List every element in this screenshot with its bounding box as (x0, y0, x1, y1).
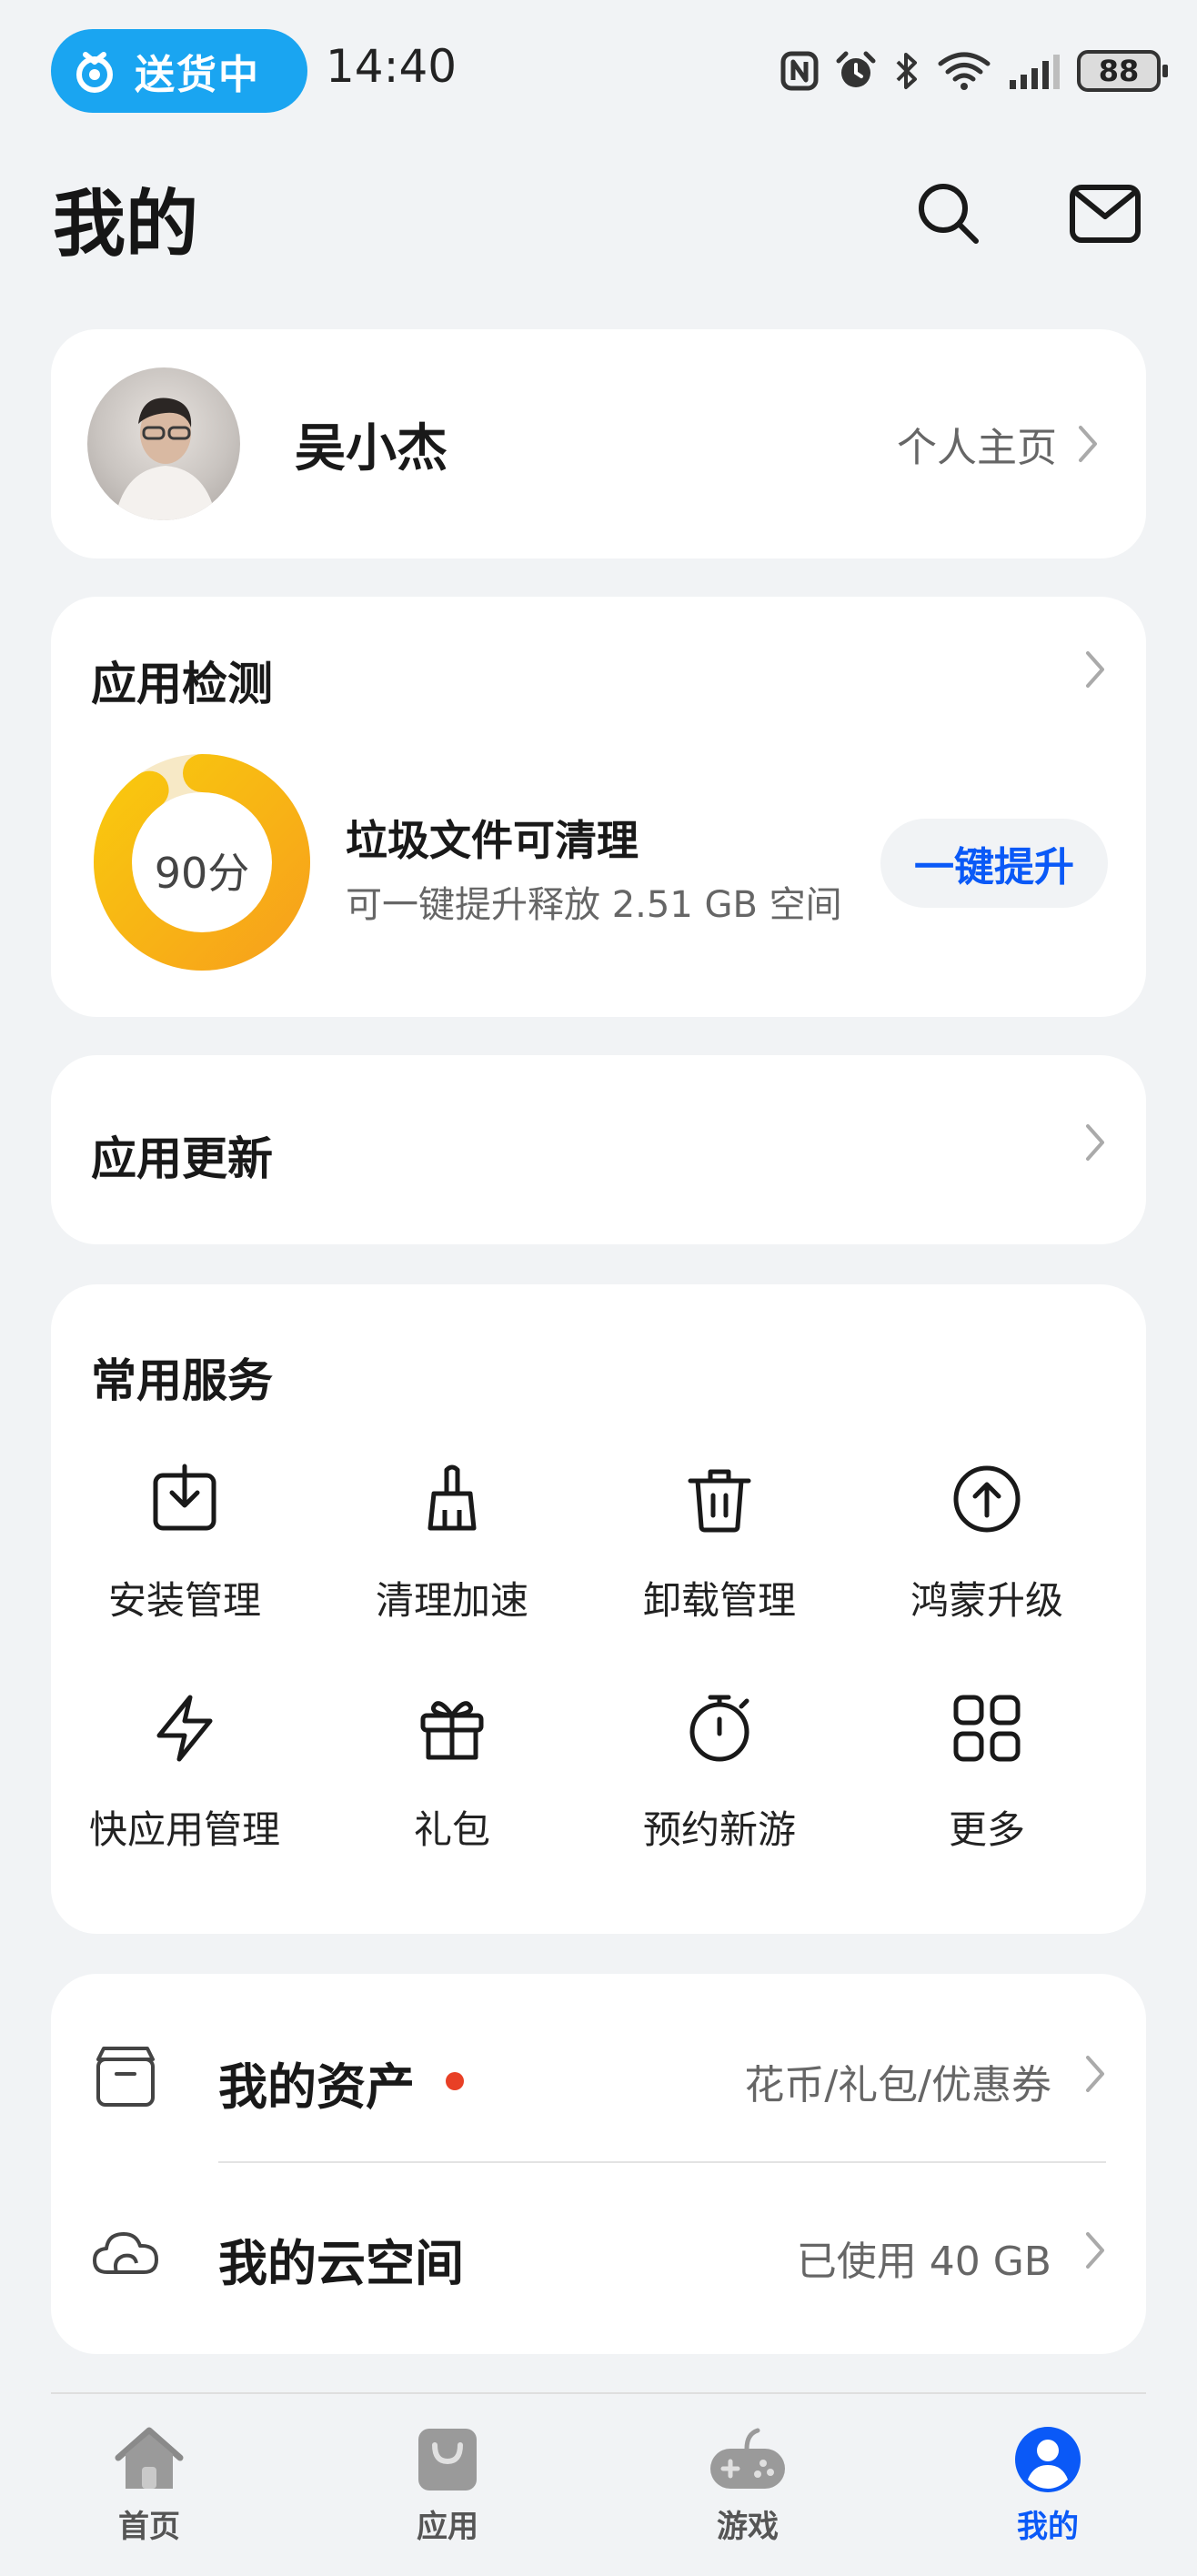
service-label: 清理加速 (375, 1578, 528, 1623)
upgrade-icon (953, 1465, 1021, 1533)
home-icon (115, 2427, 184, 2489)
messages-button[interactable] (1064, 173, 1146, 255)
person-icon (1015, 2427, 1081, 2492)
chevron-right-icon (1086, 2232, 1104, 2269)
chevron-right-icon (1086, 1124, 1104, 1161)
service-uninstall-management[interactable]: 卸载管理 (586, 1463, 853, 1625)
bluetooth-icon (896, 53, 917, 89)
my-cloud-space-row[interactable]: 我的云空间 已使用 40 GB (51, 2165, 1146, 2338)
battery-level: 88 (1098, 54, 1140, 88)
page-title: 我的 (53, 182, 198, 267)
service-more[interactable]: 更多 (853, 1692, 1121, 1855)
delivery-status-pill[interactable]: 送货中 (51, 29, 307, 113)
junk-files-title: 垃圾文件可清理 (346, 816, 639, 865)
service-quick-app-management[interactable]: 快应用管理 (51, 1692, 318, 1855)
tab-home[interactable]: 首页 (58, 2425, 240, 2546)
row-divider (218, 2161, 1106, 2163)
gamepad-icon (710, 2428, 785, 2489)
common-services-card: 常用服务 安装管理 清理加速 卸载管理 鸿蒙升级 快应用管理 礼包 预约新游 更… (51, 1284, 1146, 1934)
delivery-label: 送货中 (135, 52, 260, 98)
avatar[interactable] (87, 367, 240, 520)
alarm-icon (836, 51, 876, 87)
service-label: 更多 (948, 1807, 1025, 1852)
tab-me[interactable]: 我的 (957, 2425, 1139, 2546)
service-reserve-new-games[interactable]: 预约新游 (586, 1692, 853, 1855)
trash-icon (688, 1469, 751, 1533)
status-time: 14:40 (326, 40, 458, 93)
tab-bar-divider (51, 2392, 1146, 2394)
stopwatch-icon (689, 1695, 749, 1762)
box-icon (96, 2047, 155, 2107)
service-label: 快应用管理 (88, 1807, 280, 1852)
tab-label: 首页 (118, 2509, 180, 2545)
mail-icon (1070, 185, 1141, 243)
service-gift-pack[interactable]: 礼包 (318, 1692, 586, 1855)
my-assets-title: 我的资产 (218, 2058, 415, 2116)
battery-indicator: 88 (1077, 50, 1168, 92)
assets-card: 我的资产 花币/礼包/优惠券 我的云空间 已使用 40 GB (51, 1974, 1146, 2354)
nfc-icon (780, 51, 819, 91)
tab-label: 我的 (1017, 2509, 1079, 2545)
wifi-icon (938, 52, 991, 90)
cloud-icon (93, 2232, 158, 2274)
service-label: 安装管理 (107, 1578, 261, 1623)
search-icon (919, 184, 979, 244)
delivery-icon (76, 52, 113, 93)
install-icon (153, 1464, 216, 1531)
my-page: 送货中 14:40 88 我的 吴小杰 个人主页 应用检测 90分 垃圾文件可清… (0, 0, 1197, 2576)
grid-icon (953, 1695, 1021, 1762)
bag-icon (418, 2429, 477, 2490)
user-name: 吴小杰 (295, 419, 448, 478)
gift-icon (420, 1701, 484, 1760)
tab-apps[interactable]: 应用 (357, 2425, 538, 2546)
app-check-card[interactable]: 应用检测 90分 垃圾文件可清理 可一键提升释放 2.51 GB 空间 一键提升 (51, 597, 1146, 1017)
service-label: 预约新游 (642, 1807, 796, 1852)
tab-label: 游戏 (717, 2509, 779, 2545)
junk-files-subtitle: 可一键提升释放 2.51 GB 空间 (346, 884, 842, 926)
broom-icon (428, 1464, 477, 1531)
lightning-icon (156, 1695, 213, 1762)
status-icons: 88 (780, 44, 1168, 98)
search-button[interactable] (908, 173, 990, 255)
service-install-management[interactable]: 安装管理 (51, 1463, 318, 1625)
common-services-title: 常用服务 (91, 1354, 273, 1407)
my-cloud-space-title: 我的云空间 (218, 2235, 464, 2292)
one-tap-boost-button[interactable]: 一键提升 (880, 819, 1108, 908)
app-update-title: 应用更新 (91, 1132, 273, 1185)
score-label: 90分 (154, 849, 250, 898)
personal-homepage-label: 个人主页 (897, 425, 1057, 471)
status-bar: 送货中 14:40 88 (0, 0, 1197, 146)
avatar-person-icon (115, 397, 216, 520)
chevron-right-icon (1079, 426, 1097, 462)
app-update-card[interactable]: 应用更新 (51, 1055, 1146, 1244)
signal-icon (1010, 55, 1060, 89)
app-check-title: 应用检测 (91, 658, 273, 710)
service-label: 礼包 (413, 1807, 490, 1852)
my-assets-row[interactable]: 我的资产 花币/礼包/优惠券 (51, 1988, 1146, 2161)
profile-card[interactable]: 吴小杰 个人主页 (51, 329, 1146, 558)
chevron-right-icon (1086, 2056, 1104, 2092)
service-harmonyos-upgrade[interactable]: 鸿蒙升级 (853, 1463, 1121, 1625)
new-badge-dot (446, 2072, 464, 2090)
bottom-tab-bar: 首页 应用 游戏 我的 (0, 2392, 1197, 2576)
personal-homepage-link[interactable]: 个人主页 (897, 415, 1099, 473)
my-assets-value: 花币/礼包/优惠券 (744, 2062, 1051, 2108)
service-clean-boost[interactable]: 清理加速 (318, 1463, 586, 1625)
chevron-right-icon[interactable] (1084, 649, 1106, 689)
service-label: 鸿蒙升级 (910, 1578, 1063, 1623)
tab-label: 应用 (417, 2509, 478, 2545)
my-cloud-space-value: 已使用 40 GB (796, 2239, 1051, 2285)
service-label: 卸载管理 (642, 1578, 796, 1623)
tab-games[interactable]: 游戏 (657, 2425, 839, 2546)
